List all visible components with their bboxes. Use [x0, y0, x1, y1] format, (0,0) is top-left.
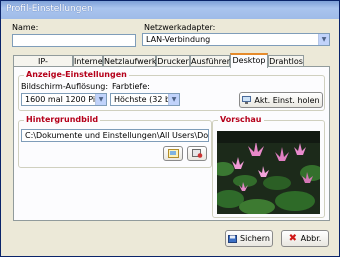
adapter-value: LAN-Verbindung [146, 35, 211, 44]
folder-image-icon [167, 149, 179, 158]
chevron-down-icon[interactable]: ▼ [168, 94, 179, 105]
water-lily-image [217, 131, 320, 214]
tab-desktop[interactable]: Desktop [230, 53, 268, 68]
window-title: Profil-Einstellungen [6, 4, 93, 14]
resolution-label: Bildschirm-Auflösung: [21, 82, 109, 91]
fetch-current-settings-button[interactable]: Akt. Einst. holen [239, 92, 323, 108]
chevron-down-icon[interactable]: ▼ [95, 94, 106, 105]
wallpaper-group: Hintergrundbild C:\Dokumente und Einstel… [18, 115, 212, 168]
remove-image-icon [191, 149, 202, 158]
red-x-icon: ✖ [288, 232, 298, 244]
preview-group: Vorschau [212, 115, 325, 218]
name-label: Name: [12, 23, 39, 32]
cancel-button[interactable]: ✖ Abbr. [281, 230, 329, 247]
cancel-label: Abbr. [300, 234, 322, 243]
display-settings-group: Anzeige-Einstellungen Bildschirm-Auflösu… [18, 70, 325, 111]
title-bar[interactable]: Profil-Einstellungen [1, 1, 339, 19]
save-button[interactable]: Sichern [225, 230, 273, 247]
resolution-select[interactable]: 1600 mal 1200 Pixel ▼ [21, 93, 107, 106]
name-field[interactable] [12, 34, 136, 47]
profile-settings-window: Profil-Einstellungen Name: Netzwerkadapt… [0, 0, 340, 257]
floppy-disk-icon [228, 234, 238, 243]
wallpaper-path-field[interactable]: C:\Dokumente und Einstellungen\All Users… [21, 129, 209, 142]
browse-button[interactable] [163, 146, 183, 161]
wallpaper-title: Hintergrundbild [24, 115, 101, 124]
chevron-down-icon[interactable]: ▼ [318, 34, 329, 45]
save-label: Sichern [240, 234, 270, 243]
color-depth-label: Farbtiefe: [112, 82, 150, 91]
adapter-select[interactable]: LAN-Verbindung ▼ [142, 33, 330, 46]
adapter-label: Netzwerkadapter: [144, 23, 216, 32]
clear-image-button[interactable] [187, 146, 207, 161]
color-depth-select[interactable]: Höchste (32 bit) ▼ [110, 93, 180, 106]
wallpaper-preview-image [217, 131, 320, 214]
desktop-tab-panel: Anzeige-Einstellungen Bildschirm-Auflösu… [13, 66, 330, 221]
preview-title: Vorschau [218, 115, 264, 124]
monitor-icon [242, 96, 252, 104]
display-settings-title: Anzeige-Einstellungen [24, 70, 129, 79]
fetch-button-label: Akt. Einst. holen [254, 95, 320, 105]
